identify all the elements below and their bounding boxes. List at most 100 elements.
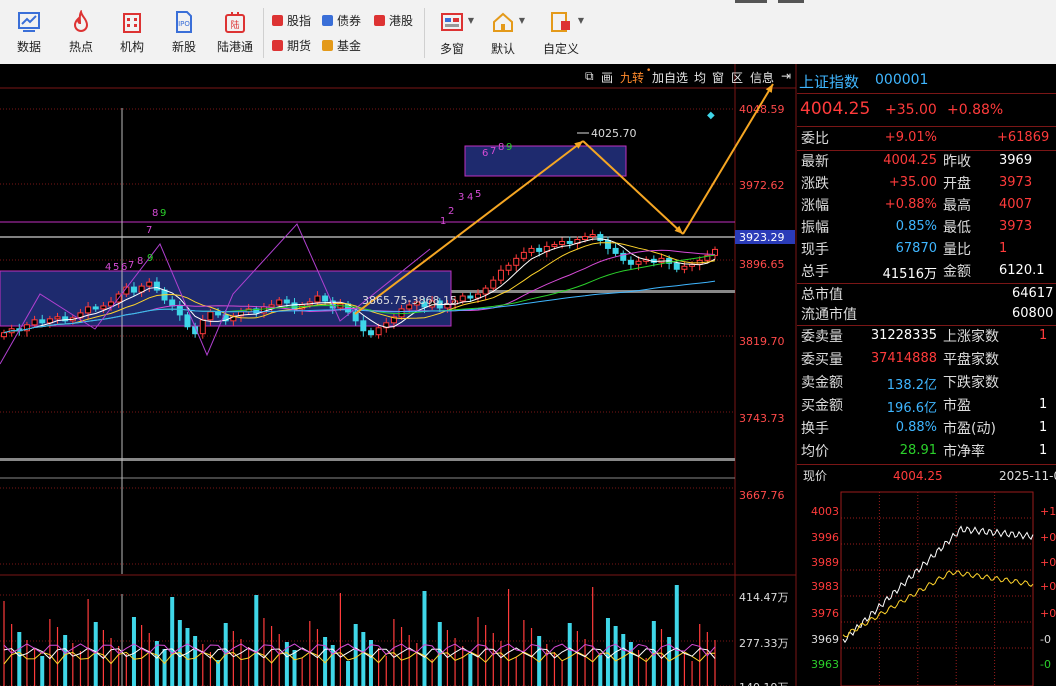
toolbar-button-0[interactable]: 数据 [5, 8, 53, 60]
mini-right-label: -0 [1040, 658, 1051, 671]
candle-body [215, 311, 222, 316]
bond-icon [322, 15, 333, 26]
mini-right-label: +0 [1040, 580, 1056, 593]
td-sequence-label: 7 [490, 146, 496, 157]
candle-body [153, 281, 160, 291]
futures-icon [272, 40, 283, 51]
chart-tool-ma[interactable]: 均 [694, 69, 706, 86]
toolbar-button-2[interactable]: 机构 [108, 8, 156, 60]
weibi-label: 委比 [801, 131, 829, 147]
toolbar-button-label: 陆港通 [216, 40, 253, 54]
candle-body [505, 264, 512, 271]
star-icon [374, 15, 385, 26]
candle-body [612, 247, 619, 254]
chart-tool-info[interactable]: 信息 [750, 69, 774, 86]
quote-value: +35.00 [888, 175, 937, 190]
window-strip [735, 0, 767, 3]
td-sequence-label: 6 [482, 148, 488, 159]
quote-label: 涨跌 [801, 176, 829, 192]
toolbar-small-label: 港股 [389, 14, 414, 28]
quote-value: 0.85% [895, 219, 937, 234]
dropdown-arrow-icon[interactable]: ▼ [578, 16, 584, 25]
toolbar-small-label: 期货 [287, 39, 312, 53]
candle-body [100, 305, 107, 310]
toolbar-small-1[interactable]: 债券 [322, 12, 361, 30]
toolbar: 数据 热点 机构 IPO 新股 陆陆港通 股指 债券 港股 期货 基金 ▼ 多窗 ▼ 默认 ▼ 自定义 [0, 0, 1056, 65]
candle-body [130, 286, 137, 293]
candle-body [314, 295, 321, 303]
candle-body [169, 299, 176, 307]
toolbar-small-0[interactable]: 股指 [272, 12, 311, 30]
quote-label: 现手 [801, 242, 829, 258]
copy-icon[interactable]: ⧉ [585, 69, 594, 84]
quote-label: 最新 [801, 154, 829, 170]
order-value: 37414888 [870, 351, 937, 366]
quote-value: 4007 [999, 197, 1033, 212]
toolbar-button-3[interactable]: IPO 新股 [160, 8, 208, 60]
dropdown-arrow-icon[interactable]: ▼ [519, 16, 525, 25]
current-price-tag-text: 3923.29 [739, 231, 785, 244]
toolbar-small-label: 股指 [287, 14, 312, 28]
mini-y-label: 3976 [811, 607, 839, 620]
dropdown-arrow-icon[interactable]: ▼ [468, 16, 474, 25]
mini-right-label: +0 [1040, 607, 1056, 620]
kline-chart[interactable]: 4048.59 3972.62 3923.29 3896.65 3819.70 3743.… [0, 64, 797, 686]
market-value: 64617 [1012, 286, 1054, 301]
order-label: 均价 [801, 444, 829, 460]
flame-icon [57, 10, 105, 34]
price-change: +35.00 [885, 102, 937, 118]
toolbar-button-label: 自定义 [542, 42, 579, 56]
collapse-panel-icon[interactable]: ⇥ [781, 69, 791, 83]
candle-body [559, 240, 566, 245]
mini-right-label: +0 [1040, 531, 1056, 544]
support-band [0, 458, 735, 461]
candle-body [551, 243, 558, 247]
high-annotation: 4025.70 [591, 127, 637, 140]
candle-body [513, 257, 520, 266]
chart-tool-add-watch[interactable]: 加自选 [652, 69, 688, 86]
chart-tool-range[interactable]: 区 [731, 69, 743, 86]
volume-axis-label: 414.47万 [739, 591, 789, 604]
chart-tool-window[interactable]: 窗 [712, 69, 724, 86]
order-label: 下跌家数 [943, 375, 999, 391]
index-code: 000001 [875, 72, 929, 88]
toolbar-button-1[interactable]: 热点 [57, 8, 105, 60]
candle-body [482, 287, 489, 295]
candle-body [54, 316, 61, 320]
candle-body [658, 257, 665, 263]
td-sequence-label: 5 [475, 189, 481, 200]
toolbar-right-button-1[interactable]: ▼ 默认 [479, 8, 527, 60]
candle-body [566, 240, 573, 244]
td-sequence-label: 7 [128, 260, 134, 271]
candle-body [536, 247, 543, 252]
toolbar-small-3[interactable]: 期货 [272, 37, 311, 55]
toolbar-right-button-2[interactable]: ▼ 自定义 [532, 8, 590, 60]
toolbar-small-4[interactable]: 基金 [322, 37, 361, 55]
toolbar-button-4[interactable]: 陆陆港通 [211, 8, 259, 60]
intraday-mini-chart[interactable]: 现价 4004.25 2025-11-0 4003 +1 3996 +0 3989 +0 3983… [797, 466, 1056, 686]
weibi-pct: +9.01% [884, 130, 937, 145]
quote-label: 开盘 [943, 176, 971, 192]
chart-tool-draw[interactable]: 画 [601, 69, 613, 86]
candle-body [459, 295, 466, 302]
ipo-icon: IPO [160, 10, 208, 34]
toolbar-right-button-0[interactable]: ▼ 多窗 [428, 8, 476, 60]
td-sequence-label: 4 [105, 262, 111, 273]
order-label: 买金额 [801, 398, 843, 414]
td-sequence-label: 5 [113, 262, 119, 273]
weibi-diff: +61869 [997, 130, 1050, 145]
order-value: 1 [1039, 328, 1048, 343]
candle-body [31, 319, 38, 326]
toolbar-small-2[interactable]: 港股 [374, 12, 413, 30]
order-value: 0.88% [895, 420, 937, 435]
mini-y-label: 3963 [811, 658, 839, 671]
quote-label: 最高 [943, 198, 971, 214]
mini-right-label: +1 [1040, 505, 1056, 518]
chart-tool-jiuzhuan[interactable]: 九转 [620, 69, 644, 86]
mini-right-label: +0 [1040, 556, 1056, 569]
quote-label: 总手 [801, 264, 829, 280]
toolbar-button-label: 新股 [171, 40, 196, 54]
toolbar-separator [424, 8, 425, 58]
toolbar-button-label: 数据 [16, 40, 41, 54]
candle-body [184, 314, 191, 328]
